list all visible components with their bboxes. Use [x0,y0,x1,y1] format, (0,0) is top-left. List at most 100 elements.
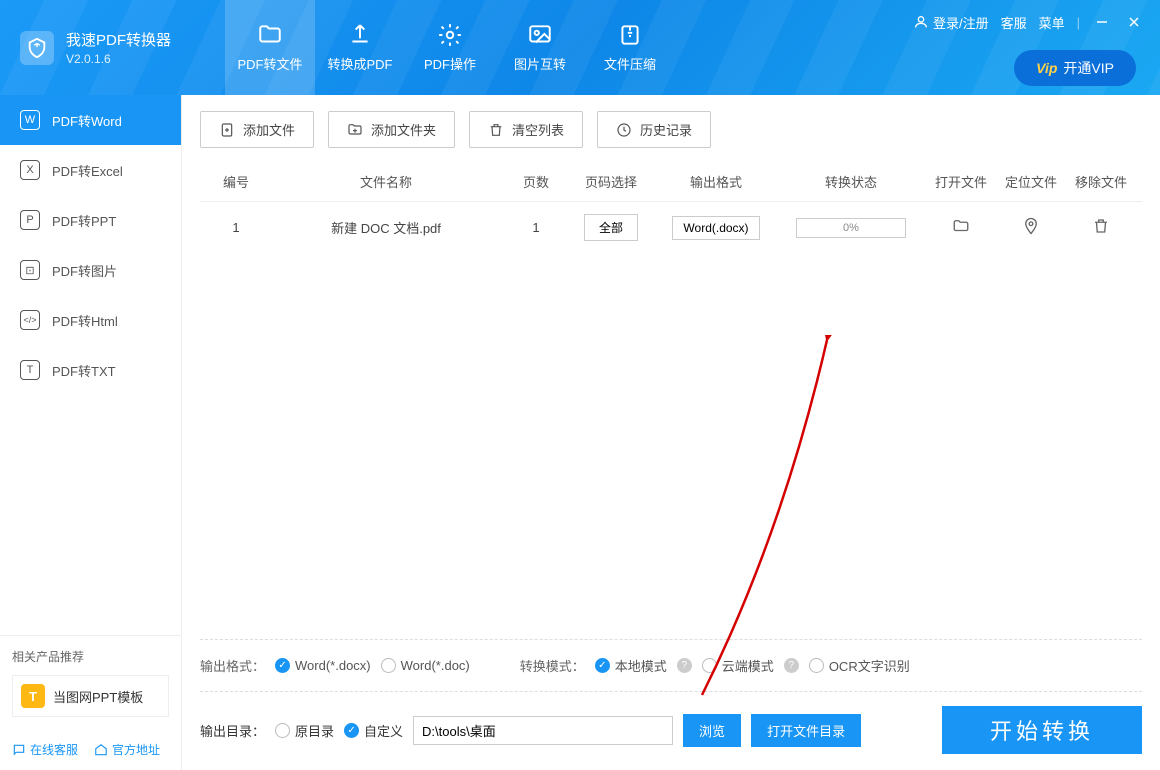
trash-icon [488,122,504,138]
col-header-name: 文件名称 [266,172,506,191]
nav-label: 图片互转 [514,54,566,73]
remove-file-button[interactable] [1092,223,1110,238]
logo-block: 我速PDF转换器 V2.0.1.6 [0,0,225,95]
pin-icon [1022,217,1040,235]
nav-label: PDF操作 [424,54,476,73]
history-button[interactable]: 历史记录 [597,111,711,148]
radio-cloud-mode[interactable]: 云端模式 [702,656,774,675]
col-header-remove: 移除文件 [1066,172,1136,191]
col-header-locate: 定位文件 [996,172,1066,191]
progress-bar: 0% [796,218,906,238]
sidebar-item-pdf-to-ppt[interactable]: PPDF转PPT [0,195,181,245]
add-file-icon [219,122,235,138]
sidebar-item-label: PDF转TXT [52,361,116,380]
nav-compress[interactable]: 文件压缩 [585,0,675,95]
output-format-button[interactable]: Word(.docx) [672,216,759,240]
html-icon: </> [20,310,40,330]
main-panel: 添加文件 添加文件夹 清空列表 历史记录 编号 文件名称 页数 页码选择 输出格… [182,95,1160,770]
radio-ocr-mode[interactable]: OCR文字识别 [809,656,910,675]
output-path-input[interactable] [413,716,673,745]
output-row: 输出目录： 原目录 自定义 浏览 打开文件目录 开始转换 [200,691,1142,754]
toolbar: 添加文件 添加文件夹 清空列表 历史记录 [200,111,1142,148]
add-folder-button[interactable]: 添加文件夹 [328,111,455,148]
add-folder-icon [347,122,363,138]
col-header-id: 编号 [206,172,266,191]
radio-doc[interactable]: Word(*.doc) [381,658,470,673]
close-button[interactable] [1124,12,1144,32]
promo-icon: T [21,684,45,708]
sidebar-item-label: PDF转图片 [52,261,117,280]
sidebar-item-pdf-to-txt[interactable]: T PDF转TXT [0,345,181,395]
radio-custom-dir[interactable]: 自定义 [344,721,403,740]
help-icon[interactable]: ? [784,658,799,673]
sidebar-item-label: PDF转Word [52,111,122,130]
nav-label: 转换成PDF [327,54,392,73]
ppt-icon: P [20,210,40,230]
nav-image-convert[interactable]: 图片互转 [495,0,585,95]
official-site-link[interactable]: 官方地址 [94,741,160,758]
output-format-label: 输出格式： [200,656,265,675]
col-header-status: 转换状态 [776,172,926,191]
promo-label: 当图网PPT模板 [53,687,143,706]
nav-label: PDF转文件 [237,54,302,73]
support-link[interactable]: 客服 [1001,13,1027,32]
excel-icon: X [20,160,40,180]
minimize-button[interactable] [1092,12,1112,32]
nav-to-pdf[interactable]: 转换成PDF [315,0,405,95]
options-row: 输出格式： Word(*.docx) Word(*.doc) 转换模式： 本地模… [200,639,1142,691]
cell-id: 1 [206,220,266,235]
col-header-open: 打开文件 [926,172,996,191]
nav-pdf-ops[interactable]: PDF操作 [405,0,495,95]
sidebar-item-pdf-to-image[interactable]: ⊡ PDF转图片 [0,245,181,295]
chat-icon [12,743,26,757]
cell-filename: 新建 DOC 文档.pdf [266,218,506,237]
table-header: 编号 文件名称 页数 页码选择 输出格式 转换状态 打开文件 定位文件 移除文件 [200,162,1142,202]
sidebar-item-label: PDF转Excel [52,161,123,180]
folder-icon [952,217,970,235]
open-output-dir-button[interactable]: 打开文件目录 [751,714,861,747]
header-right: 登录/注册 客服 菜单 | [913,12,1144,32]
txt-icon: T [20,360,40,380]
sidebar-item-label: PDF转Html [52,311,118,330]
clock-icon [616,122,632,138]
login-link[interactable]: 登录/注册 [913,13,989,32]
convert-mode-label: 转换模式： [520,656,585,675]
col-header-pages: 页数 [506,172,566,191]
promo-ppt-template[interactable]: T 当图网PPT模板 [12,675,169,717]
sidebar-item-pdf-to-html[interactable]: </> PDF转Html [0,295,181,345]
word-icon: W [20,110,40,130]
app-header: 我速PDF转换器 V2.0.1.6 PDF转文件 转换成PDF PDF操作 图片… [0,0,1160,95]
top-nav: PDF转文件 转换成PDF PDF操作 图片互转 文件压缩 [225,0,675,95]
related-products-title: 相关产品推荐 [12,648,169,665]
clear-list-button[interactable]: 清空列表 [469,111,583,148]
radio-original-dir[interactable]: 原目录 [275,721,334,740]
menu-link[interactable]: 菜单 [1039,13,1065,32]
sidebar: W PDF转Word X PDF转Excel PPDF转PPT ⊡ PDF转图片 </… [0,95,182,770]
locate-file-button[interactable] [1022,223,1040,238]
sidebar-footer: 在线客服 官方地址 [0,729,181,770]
app-logo-icon [20,31,54,65]
user-icon [913,14,929,30]
image-icon: ⊡ [20,260,40,280]
cell-pages: 1 [506,220,566,235]
sidebar-item-pdf-to-word[interactable]: W PDF转Word [0,95,181,145]
page-select-button[interactable]: 全部 [584,214,638,241]
nav-pdf-to-file[interactable]: PDF转文件 [225,0,315,95]
help-icon[interactable]: ? [677,658,692,673]
online-service-link[interactable]: 在线客服 [12,741,78,758]
nav-label: 文件压缩 [604,54,656,73]
radio-docx[interactable]: Word(*.docx) [275,658,371,673]
open-file-button[interactable] [952,223,970,238]
table-row: 1 新建 DOC 文档.pdf 1 全部 Word(.docx) 0% [200,202,1142,253]
output-dir-label: 输出目录： [200,721,265,740]
sidebar-item-pdf-to-excel[interactable]: X PDF转Excel [0,145,181,195]
radio-local-mode[interactable]: 本地模式 [595,656,667,675]
trash-icon [1092,217,1110,235]
start-convert-button[interactable]: 开始转换 [942,706,1142,754]
vip-icon: Vip [1036,60,1057,76]
browse-button[interactable]: 浏览 [683,714,741,747]
col-header-sel: 页码选择 [566,172,656,191]
vip-button[interactable]: Vip 开通VIP [1014,50,1136,86]
home-icon [94,743,108,757]
add-file-button[interactable]: 添加文件 [200,111,314,148]
